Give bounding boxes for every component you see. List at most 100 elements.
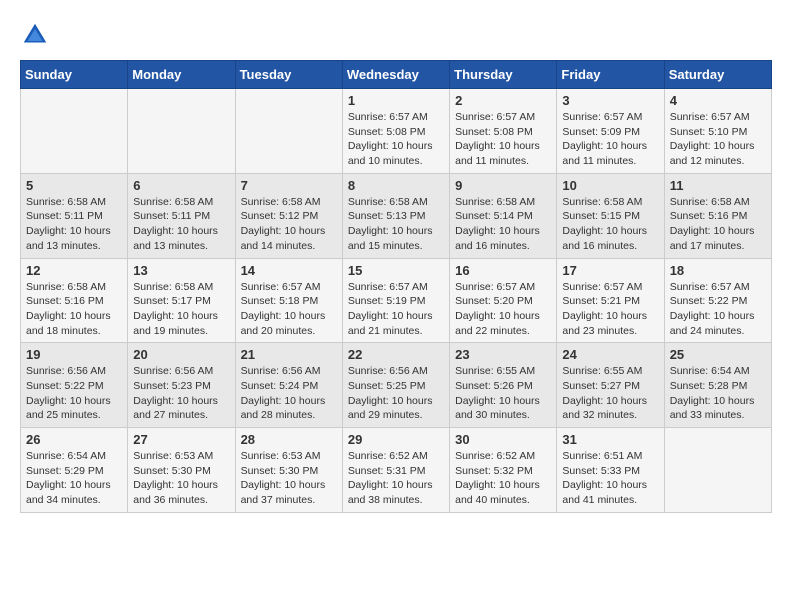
day-info: Sunrise: 6:57 AM Sunset: 5:21 PM Dayligh… [562,280,658,339]
day-info: Sunrise: 6:57 AM Sunset: 5:10 PM Dayligh… [670,110,766,169]
day-number: 2 [455,93,551,108]
day-number: 17 [562,263,658,278]
day-number: 28 [241,432,337,447]
day-info: Sunrise: 6:57 AM Sunset: 5:20 PM Dayligh… [455,280,551,339]
calendar-cell: 11 Sunrise: 6:58 AM Sunset: 5:16 PM Dayli… [664,173,771,258]
calendar-cell: 19Sunrise: 6:56 AM Sunset: 5:22 PM Dayli… [21,343,128,428]
day-info: Sunrise: 6:52 AM Sunset: 5:32 PM Dayligh… [455,449,551,508]
day-info: Sunrise: 6:55 AM Sunset: 5:27 PM Dayligh… [562,364,658,423]
day-number: 9 [455,178,551,193]
calendar-cell: 18Sunrise: 6:57 AM Sunset: 5:22 PM Dayli… [664,258,771,343]
day-number: 7 [241,178,337,193]
calendar-cell [235,89,342,174]
day-info: Sunrise: 6:58 AM Sunset: 5:15 PM Dayligh… [562,195,658,254]
calendar-cell: 14Sunrise: 6:57 AM Sunset: 5:18 PM Dayli… [235,258,342,343]
calendar-cell: 5 Sunrise: 6:58 AM Sunset: 5:11 PM Daylig… [21,173,128,258]
day-number: 12 [26,263,122,278]
calendar-cell: 15Sunrise: 6:57 AM Sunset: 5:19 PM Dayli… [342,258,449,343]
calendar-cell [664,428,771,513]
logo [20,20,54,50]
day-info: Sunrise: 6:56 AM Sunset: 5:23 PM Dayligh… [133,364,229,423]
calendar-cell: 23 Sunrise: 6:55 AM Sunset: 5:26 PM Dayli… [450,343,557,428]
calendar-cell: 2 Sunrise: 6:57 AM Sunset: 5:08 PM Daylig… [450,89,557,174]
calendar-cell: 4 Sunrise: 6:57 AM Sunset: 5:10 PM Daylig… [664,89,771,174]
calendar-cell [128,89,235,174]
calendar-cell: 8Sunrise: 6:58 AM Sunset: 5:13 PM Daylig… [342,173,449,258]
day-number: 16 [455,263,551,278]
day-info: Sunrise: 6:57 AM Sunset: 5:19 PM Dayligh… [348,280,444,339]
calendar-cell: 22 Sunrise: 6:56 AM Sunset: 5:25 PM Dayli… [342,343,449,428]
calendar-table: SundayMondayTuesdayWednesdayThursdayFrid… [20,60,772,513]
calendar-cell: 21Sunrise: 6:56 AM Sunset: 5:24 PM Dayli… [235,343,342,428]
day-number: 29 [348,432,444,447]
page-header [20,20,772,50]
day-info: Sunrise: 6:58 AM Sunset: 5:17 PM Dayligh… [133,280,229,339]
calendar-cell: 25 Sunrise: 6:54 AM Sunset: 5:28 PM Dayli… [664,343,771,428]
day-number: 14 [241,263,337,278]
day-number: 8 [348,178,444,193]
day-info: Sunrise: 6:52 AM Sunset: 5:31 PM Dayligh… [348,449,444,508]
logo-icon [20,20,50,50]
day-info: Sunrise: 6:53 AM Sunset: 5:30 PM Dayligh… [241,449,337,508]
day-number: 27 [133,432,229,447]
day-header-friday: Friday [557,61,664,89]
day-number: 25 [670,347,766,362]
day-info: Sunrise: 6:58 AM Sunset: 5:16 PM Dayligh… [26,280,122,339]
day-info: Sunrise: 6:51 AM Sunset: 5:33 PM Dayligh… [562,449,658,508]
week-row-3: 19Sunrise: 6:56 AM Sunset: 5:22 PM Dayli… [21,343,772,428]
day-info: Sunrise: 6:58 AM Sunset: 5:16 PM Dayligh… [670,195,766,254]
day-number: 31 [562,432,658,447]
day-info: Sunrise: 6:55 AM Sunset: 5:26 PM Dayligh… [455,364,551,423]
calendar-cell: 12 Sunrise: 6:58 AM Sunset: 5:16 PM Dayli… [21,258,128,343]
calendar-cell: 6 Sunrise: 6:58 AM Sunset: 5:11 PM Daylig… [128,173,235,258]
day-info: Sunrise: 6:54 AM Sunset: 5:28 PM Dayligh… [670,364,766,423]
calendar-cell: 7 Sunrise: 6:58 AM Sunset: 5:12 PM Daylig… [235,173,342,258]
day-number: 23 [455,347,551,362]
day-info: Sunrise: 6:57 AM Sunset: 5:08 PM Dayligh… [348,110,444,169]
calendar-cell [21,89,128,174]
day-info: Sunrise: 6:54 AM Sunset: 5:29 PM Dayligh… [26,449,122,508]
calendar-body: 1 Sunrise: 6:57 AM Sunset: 5:08 PM Daylig… [21,89,772,513]
day-info: Sunrise: 6:57 AM Sunset: 5:09 PM Dayligh… [562,110,658,169]
day-number: 3 [562,93,658,108]
calendar-cell: 1 Sunrise: 6:57 AM Sunset: 5:08 PM Daylig… [342,89,449,174]
day-number: 11 [670,178,766,193]
day-info: Sunrise: 6:57 AM Sunset: 5:08 PM Dayligh… [455,110,551,169]
calendar-cell: 26 Sunrise: 6:54 AM Sunset: 5:29 PM Dayli… [21,428,128,513]
day-number: 30 [455,432,551,447]
day-number: 4 [670,93,766,108]
day-number: 13 [133,263,229,278]
calendar-cell: 13 Sunrise: 6:58 AM Sunset: 5:17 PM Dayli… [128,258,235,343]
calendar-cell: 9 Sunrise: 6:58 AM Sunset: 5:14 PM Daylig… [450,173,557,258]
day-info: Sunrise: 6:56 AM Sunset: 5:24 PM Dayligh… [241,364,337,423]
week-row-1: 5 Sunrise: 6:58 AM Sunset: 5:11 PM Daylig… [21,173,772,258]
day-info: Sunrise: 6:58 AM Sunset: 5:11 PM Dayligh… [133,195,229,254]
calendar-cell: 24 Sunrise: 6:55 AM Sunset: 5:27 PM Dayli… [557,343,664,428]
calendar-cell: 10 Sunrise: 6:58 AM Sunset: 5:15 PM Dayli… [557,173,664,258]
calendar-cell: 29 Sunrise: 6:52 AM Sunset: 5:31 PM Dayli… [342,428,449,513]
day-number: 10 [562,178,658,193]
calendar-cell: 16 Sunrise: 6:57 AM Sunset: 5:20 PM Dayli… [450,258,557,343]
week-row-2: 12 Sunrise: 6:58 AM Sunset: 5:16 PM Dayli… [21,258,772,343]
day-number: 1 [348,93,444,108]
day-number: 22 [348,347,444,362]
days-header-row: SundayMondayTuesdayWednesdayThursdayFrid… [21,61,772,89]
calendar-cell: 3 Sunrise: 6:57 AM Sunset: 5:09 PM Daylig… [557,89,664,174]
day-number: 5 [26,178,122,193]
day-header-saturday: Saturday [664,61,771,89]
day-info: Sunrise: 6:56 AM Sunset: 5:25 PM Dayligh… [348,364,444,423]
day-info: Sunrise: 6:58 AM Sunset: 5:11 PM Dayligh… [26,195,122,254]
day-number: 26 [26,432,122,447]
day-header-monday: Monday [128,61,235,89]
day-info: Sunrise: 6:58 AM Sunset: 5:14 PM Dayligh… [455,195,551,254]
day-info: Sunrise: 6:53 AM Sunset: 5:30 PM Dayligh… [133,449,229,508]
day-number: 20 [133,347,229,362]
day-info: Sunrise: 6:56 AM Sunset: 5:22 PM Dayligh… [26,364,122,423]
calendar-cell: 30 Sunrise: 6:52 AM Sunset: 5:32 PM Dayli… [450,428,557,513]
day-header-sunday: Sunday [21,61,128,89]
day-header-wednesday: Wednesday [342,61,449,89]
day-number: 24 [562,347,658,362]
day-number: 6 [133,178,229,193]
day-info: Sunrise: 6:58 AM Sunset: 5:12 PM Dayligh… [241,195,337,254]
day-header-tuesday: Tuesday [235,61,342,89]
